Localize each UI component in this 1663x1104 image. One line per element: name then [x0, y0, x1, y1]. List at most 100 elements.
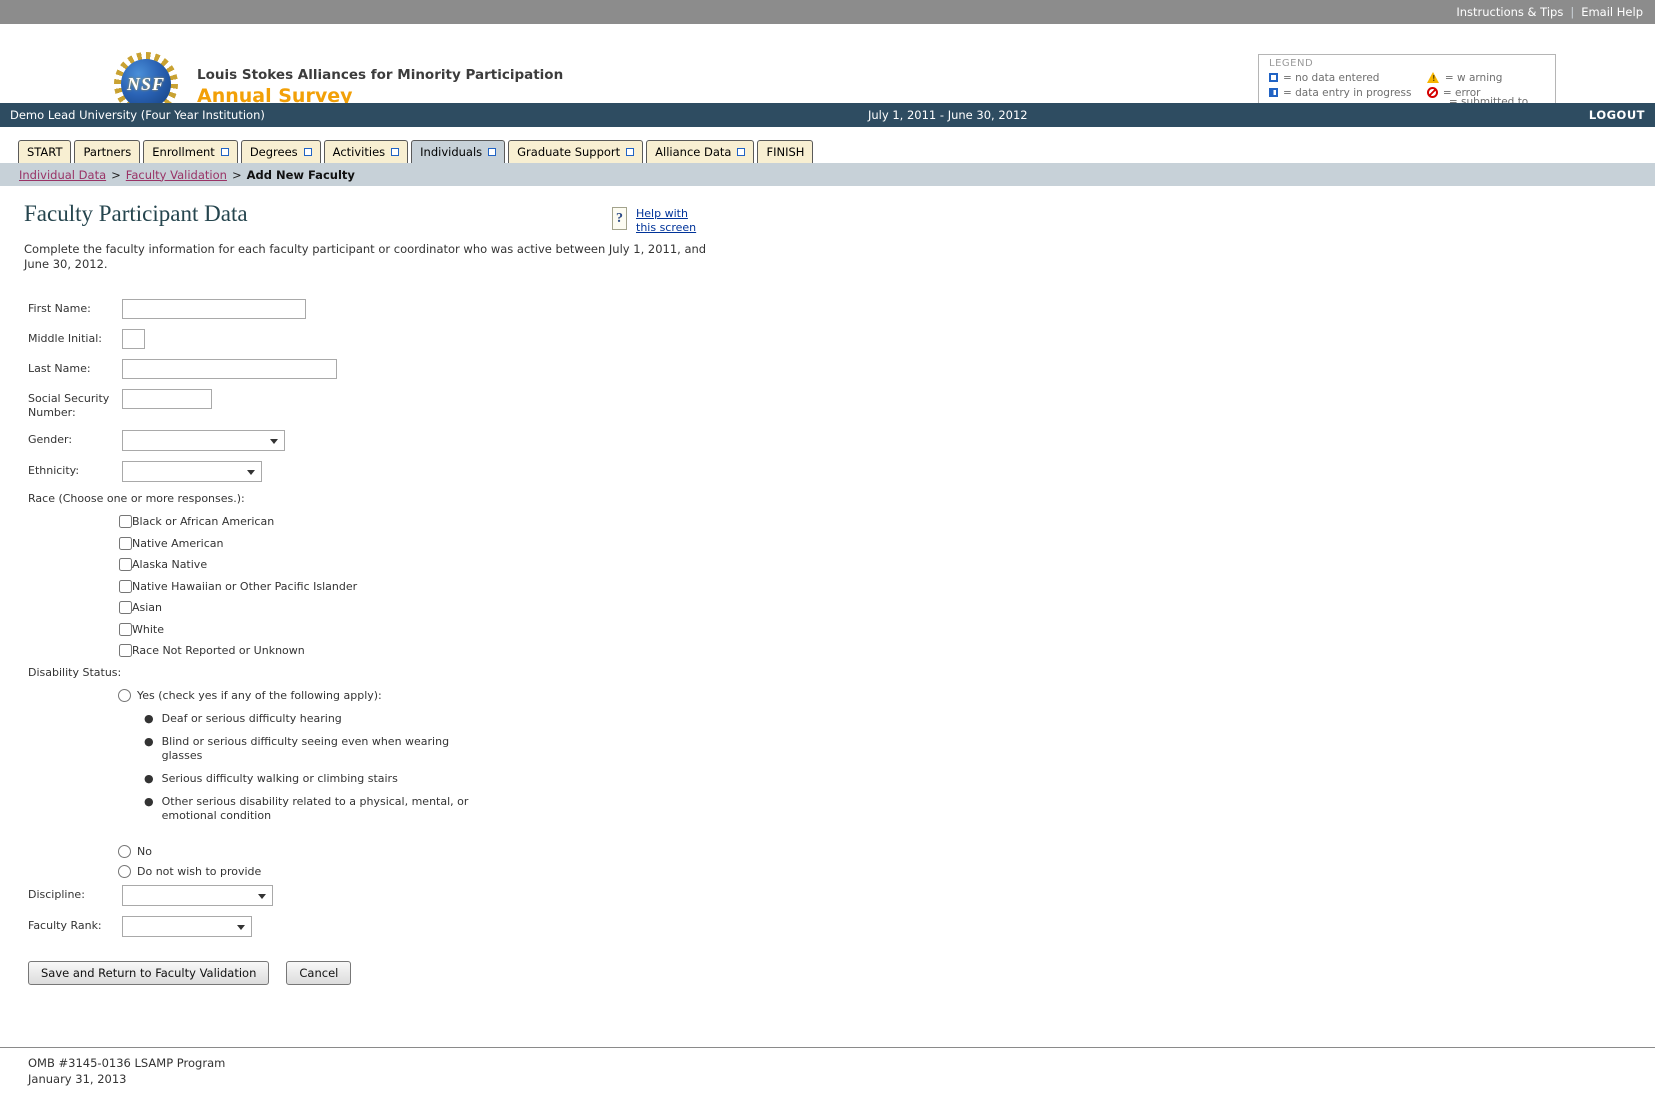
middle-initial-input[interactable]: [122, 329, 145, 350]
race-option-label: White: [132, 622, 164, 636]
race-checkbox[interactable]: [119, 644, 132, 658]
disability-no-option[interactable]: No: [118, 845, 1655, 859]
tab-label: Partners: [83, 145, 132, 159]
ethnicity-row: Ethnicity:: [24, 461, 1655, 483]
gender-row: Gender:: [24, 430, 1655, 452]
race-checkbox[interactable]: [119, 536, 132, 550]
disability-yes-radio[interactable]: [118, 689, 131, 703]
header: NSF Louis Stokes Alliances for Minority …: [0, 24, 1655, 120]
warning-icon: [1426, 72, 1440, 83]
disability-no-radio[interactable]: [118, 845, 131, 859]
tab-activities[interactable]: Activities: [323, 140, 409, 163]
page: Instructions & Tips | Email Help NSF Lou…: [0, 0, 1655, 1087]
tab-label: Graduate Support: [517, 145, 621, 159]
tab-individuals[interactable]: Individuals: [411, 140, 506, 163]
legend-title: LEGEND: [1269, 58, 1314, 69]
top-utility-bar: Instructions & Tips | Email Help: [0, 0, 1655, 24]
gender-select[interactable]: [122, 430, 285, 452]
disability-detail-item: ● Serious difficulty walking or climbing…: [144, 772, 474, 786]
ssn-label: Social Security Number:: [28, 392, 110, 420]
disability-dnw-radio[interactable]: [118, 865, 131, 879]
brand-titles: Louis Stokes Alliances for Minority Part…: [197, 67, 563, 107]
logout-link[interactable]: LOGOUT: [1589, 108, 1645, 122]
disability-yes-option[interactable]: Yes (check yes if any of the following a…: [118, 689, 1655, 703]
save-return-button[interactable]: Save and Return to Faculty Validation: [28, 961, 270, 986]
ethnicity-select[interactable]: [122, 461, 262, 483]
tab-label: Individuals: [420, 145, 483, 159]
tab-enrollment[interactable]: Enrollment: [143, 140, 238, 163]
status-square-icon: [391, 148, 400, 156]
half-square-icon: [1269, 88, 1278, 97]
race-option-asian[interactable]: Asian: [119, 601, 1655, 615]
tab-start[interactable]: START: [18, 140, 72, 163]
race-option-label: Asian: [132, 601, 163, 615]
discipline-select[interactable]: [122, 885, 273, 907]
main-tabs: START Partners Enrollment Degrees Activi…: [18, 140, 1655, 163]
disability-dnw-option[interactable]: Do not wish to provide: [118, 865, 1655, 879]
tab-partners[interactable]: Partners: [74, 140, 141, 163]
tab-graduate-support[interactable]: Graduate Support: [508, 140, 644, 163]
race-checkbox[interactable]: [119, 515, 132, 529]
email-help-link[interactable]: Email Help: [1581, 5, 1643, 19]
legend-label: = data entry in progress: [1283, 86, 1412, 99]
race-option-alaska-native[interactable]: Alaska Native: [119, 558, 1655, 572]
bullet-icon: ●: [144, 735, 154, 749]
gender-label: Gender:: [28, 433, 73, 447]
status-square-icon: [303, 148, 312, 156]
instructions-tips-link[interactable]: Instructions & Tips: [1456, 5, 1563, 19]
disability-status-label: Disability Status:: [28, 666, 122, 680]
reporting-period: July 1, 2011 - June 30, 2012: [868, 108, 1028, 122]
race-option-not-reported[interactable]: Race Not Reported or Unknown: [119, 644, 1655, 658]
ssn-row: Social Security Number:: [24, 389, 1655, 420]
first-name-input[interactable]: [122, 299, 306, 320]
help-question-icon[interactable]: ?: [612, 207, 627, 230]
disability-options: Yes (check yes if any of the following a…: [118, 689, 1655, 879]
tab-label: Degrees: [249, 145, 298, 159]
faculty-rank-select[interactable]: [122, 916, 252, 938]
breadcrumb-individual-data-link[interactable]: Individual Data: [19, 168, 106, 182]
middle-initial-row: Middle Initial:: [24, 329, 1655, 350]
tab-finish[interactable]: FINISH: [757, 140, 814, 163]
ssn-input[interactable]: [122, 389, 212, 410]
breadcrumb-separator: >: [231, 167, 242, 182]
institution-name: Demo Lead University (Four Year Institut…: [10, 108, 265, 122]
disability-detail-text: Blind or serious difficulty seeing even …: [161, 735, 450, 763]
tab-label: Alliance Data: [655, 145, 732, 159]
race-option-white[interactable]: White: [119, 622, 1655, 636]
empty-square-icon: [1269, 73, 1278, 82]
help-block: ? Help with this screen: [612, 207, 698, 235]
disability-detail-text: Deaf or serious difficulty hearing: [161, 712, 342, 726]
legend-item: = no data entered: [1269, 70, 1427, 85]
middle-initial-label: Middle Initial:: [28, 332, 102, 346]
tab-degrees[interactable]: Degrees: [240, 140, 321, 163]
race-options: Black or African American Native America…: [119, 515, 1655, 658]
legend-label: = no data entered: [1283, 71, 1380, 84]
last-name-input[interactable]: [122, 359, 337, 380]
race-checkbox[interactable]: [119, 558, 132, 572]
race-option-label: Race Not Reported or Unknown: [132, 644, 305, 658]
help-with-screen-link[interactable]: Help with this screen: [636, 207, 698, 235]
tab-label: Enrollment: [152, 145, 215, 159]
first-name-row: First Name:: [24, 299, 1655, 320]
race-option-native-american[interactable]: Native American: [119, 536, 1655, 550]
disability-detail-text: Serious difficulty walking or climbing s…: [161, 772, 398, 786]
footer-date-line: January 31, 2013: [28, 1072, 127, 1087]
breadcrumb-current: Add New Faculty: [246, 167, 355, 182]
cancel-button[interactable]: Cancel: [286, 961, 352, 986]
race-checkbox[interactable]: [119, 579, 132, 593]
last-name-label: Last Name:: [28, 362, 91, 376]
faculty-rank-row: Faculty Rank:: [24, 916, 1655, 938]
disability-detail-text: Other serious disability related to a ph…: [161, 795, 469, 823]
nsf-logo-globe: NSF: [121, 59, 171, 109]
legend-item: = data entry in progress: [1269, 85, 1427, 100]
race-option-label: Native Hawaiian or Other Pacific Islande…: [132, 579, 358, 593]
first-name-label: First Name:: [28, 302, 91, 316]
tab-alliance-data[interactable]: Alliance Data: [646, 140, 755, 163]
race-checkbox[interactable]: [119, 622, 132, 636]
race-checkbox[interactable]: [119, 601, 132, 615]
program-title: Louis Stokes Alliances for Minority Part…: [197, 67, 564, 83]
disability-yes-label: Yes (check yes if any of the following a…: [137, 689, 382, 703]
race-option-hawaiian-pacific[interactable]: Native Hawaiian or Other Pacific Islande…: [119, 579, 1655, 593]
race-option-black[interactable]: Black or African American: [119, 515, 1655, 529]
breadcrumb-faculty-validation-link[interactable]: Faculty Validation: [126, 168, 227, 182]
